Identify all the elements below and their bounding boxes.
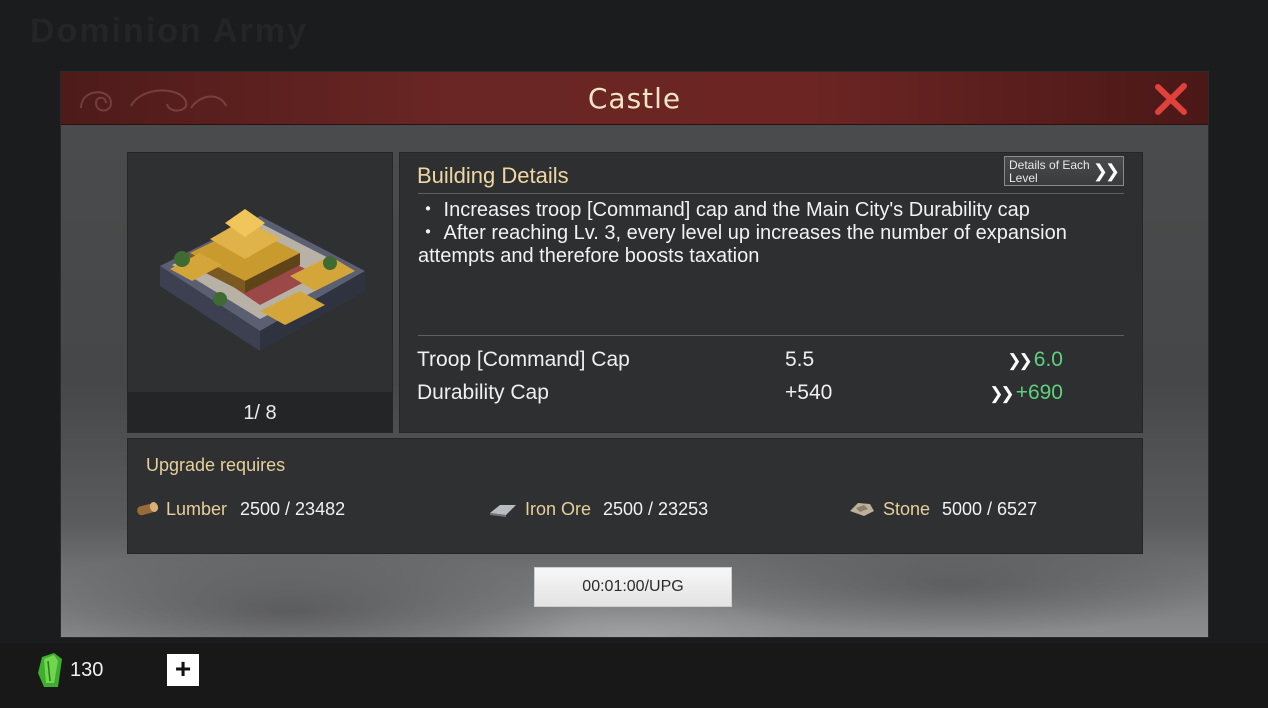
iron-ore-icon — [490, 505, 516, 517]
stat-row-troop-command: Troop [Command] Cap 5.5 ❯❯ 6.0 — [417, 348, 1123, 376]
details-of-each-level-button[interactable]: Details of Each Level ❯❯ — [1004, 156, 1124, 186]
description-line: ・ After reaching Lv. 3, every level up i… — [418, 222, 1067, 267]
resource-name: Lumber — [166, 499, 228, 519]
resource-amount: 2500 / 23253 — [603, 499, 709, 519]
background-title: Dominion Army — [30, 12, 308, 50]
double-chevron-right-icon: ❯❯ — [1092, 161, 1120, 181]
double-chevron-right-icon: ❯❯ — [1007, 351, 1032, 370]
stats-divider — [418, 335, 1124, 336]
stat-name: Troop [Command] Cap — [417, 348, 630, 371]
stat-next: ❯❯ 6.0 — [1007, 348, 1063, 372]
resource-name: Stone — [883, 499, 931, 519]
stat-name: Durability Cap — [417, 381, 549, 404]
stat-next-value: 6.0 — [1033, 348, 1063, 371]
building-details-panel: Building Details Details of Each Level ❯… — [399, 152, 1143, 433]
resource-amount: 5000 / 6527 — [942, 499, 1038, 519]
requirements-title: Upgrade requires — [146, 455, 286, 475]
details-heading: Building Details — [417, 163, 569, 188]
stone-icon — [850, 503, 874, 516]
description-line: ・ Increases troop [Command] cap and the … — [418, 199, 1030, 221]
resource-amount: 2500 / 23482 — [240, 499, 346, 519]
jade-currency-icon — [38, 653, 62, 687]
building-description: ・ Increases troop [Command] cap and the … — [418, 199, 1118, 268]
heading-divider — [418, 193, 1124, 194]
bottom-bar: 130 + — [0, 643, 1268, 708]
details-of-each-level-label: Details of Each Level — [1009, 158, 1090, 185]
castle-building-icon — [160, 209, 365, 351]
building-image-panel: 1/ 8 — [127, 152, 393, 433]
stat-next-value: +690 — [1015, 381, 1063, 404]
stat-row-durability: Durability Cap +540 ❯❯ +690 — [417, 381, 1123, 409]
stat-current-value: +540 — [785, 381, 833, 404]
double-chevron-right-icon: ❯❯ — [989, 384, 1014, 403]
lumber-icon — [137, 502, 159, 516]
building-level: 1/ 8 — [128, 392, 392, 432]
dialog-title: Castle — [587, 82, 682, 115]
currency-value: 130 — [70, 659, 104, 681]
castle-dialog: Castle 1/ 8 Building Details Details of … — [61, 72, 1208, 637]
stat-current-value: 5.5 — [785, 348, 815, 371]
stat-next: ❯❯ +690 — [989, 381, 1063, 405]
resource-name: Iron Ore — [525, 499, 592, 519]
plus-icon: + — [174, 653, 192, 684]
close-x-icon[interactable] — [1154, 82, 1188, 116]
upgrade-button[interactable]: 00:01:00/UPG — [534, 567, 732, 607]
dialog-titlebar: Castle — [61, 72, 1208, 125]
add-currency-button[interactable]: + — [167, 654, 199, 686]
upgrade-requirements-panel: Upgrade requires Lumber 2500 / 23482 Iro… — [127, 438, 1143, 554]
